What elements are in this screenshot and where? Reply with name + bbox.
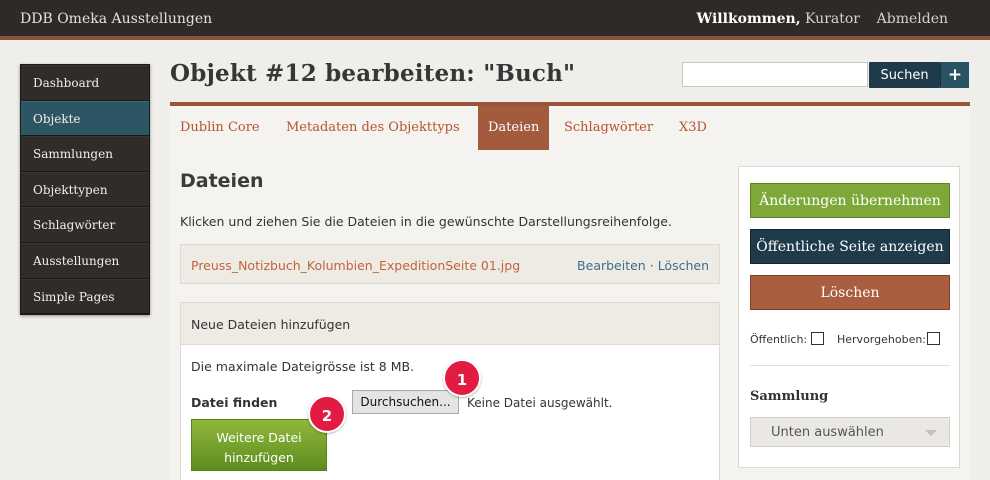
logout-link[interactable]: Abmelden: [877, 11, 948, 27]
tab-metadaten-objekttyp[interactable]: Metadaten des Objekttyps: [276, 106, 470, 150]
advanced-search-button[interactable]: +: [940, 62, 969, 88]
search-button[interactable]: Suchen: [869, 62, 940, 88]
no-file-selected-text: Keine Datei ausgewählt.: [467, 396, 613, 410]
annotation-marker-1: 1: [443, 359, 481, 397]
sidebar-item-dashboard[interactable]: Dashboard: [21, 65, 149, 101]
annotation-marker-2: 2: [308, 395, 346, 433]
actions-panel: Änderungen übernehmen Öffentliche Seite …: [738, 166, 960, 468]
collection-select[interactable]: Unten auswählen: [750, 417, 950, 447]
sidebar-item-objekte[interactable]: Objekte: [21, 100, 149, 137]
files-heading: Dateien: [180, 170, 264, 192]
page-title: Objekt #12 bearbeiten: "Buch": [170, 60, 576, 87]
welcome-prefix: Willkommen,: [696, 11, 801, 27]
file-edit-link[interactable]: Bearbeiten: [577, 258, 646, 273]
collection-select-value: Unten auswählen: [771, 425, 884, 440]
file-actions: Bearbeiten · Löschen: [577, 258, 709, 273]
files-instruction: Klicken und ziehen Sie die Dateien in di…: [180, 214, 672, 229]
edit-panel: Dublin Core Metadaten des Objekttyps Dat…: [170, 102, 970, 480]
site-title[interactable]: DDB Omeka Ausstellungen: [20, 11, 212, 27]
new-files-heading: Neue Dateien hinzufügen: [181, 303, 719, 345]
tab-schlagwoerter[interactable]: Schlagwörter: [554, 106, 663, 150]
file-delete-link[interactable]: Löschen: [658, 258, 709, 273]
featured-checkbox[interactable]: [927, 332, 940, 345]
view-public-page-button[interactable]: Öffentliche Seite anzeigen: [750, 229, 950, 264]
top-bar: DDB Omeka Ausstellungen Willkommen, Kura…: [0, 0, 990, 40]
divider: [750, 365, 950, 366]
file-actions-separator: ·: [649, 258, 654, 273]
delete-item-button[interactable]: Löschen: [750, 275, 950, 310]
chevron-down-icon: [925, 430, 937, 436]
public-label: Öffentlich:: [750, 333, 808, 346]
add-another-file-button[interactable]: Weitere Datei hinzufügen: [191, 419, 327, 471]
tab-bar: Dublin Core Metadaten des Objekttyps Dat…: [170, 106, 970, 150]
collection-label: Sammlung: [750, 389, 829, 404]
browse-button[interactable]: Durchsuchen...: [352, 390, 459, 414]
tab-x3d[interactable]: X3D: [669, 106, 717, 150]
tab-dublin-core[interactable]: Dublin Core: [170, 106, 270, 150]
sidebar-item-schlagwoerter[interactable]: Schlagwörter: [21, 207, 149, 243]
featured-label: Hervorgehoben:: [837, 333, 927, 346]
file-name-link[interactable]: Preuss_Notizbuch_Kolumbien_ExpeditionSei…: [191, 258, 520, 273]
sidebar-nav: Dashboard Objekte Sammlungen Objekttypen…: [20, 64, 150, 316]
sidebar-item-ausstellungen[interactable]: Ausstellungen: [21, 242, 149, 279]
sidebar-item-objekttypen[interactable]: Objekttypen: [21, 171, 149, 208]
public-checkbox[interactable]: [811, 332, 824, 345]
save-changes-button[interactable]: Änderungen übernehmen: [750, 183, 950, 218]
file-input-label: Datei finden: [191, 395, 278, 410]
tab-dateien[interactable]: Dateien: [478, 106, 550, 150]
sidebar-item-simple-pages[interactable]: Simple Pages: [21, 278, 149, 315]
sidebar-item-sammlungen[interactable]: Sammlungen: [21, 136, 149, 172]
max-file-size-note: Die maximale Dateigrösse ist 8 MB.: [191, 359, 415, 374]
file-list-item[interactable]: Preuss_Notizbuch_Kolumbien_ExpeditionSei…: [180, 244, 720, 284]
search-input[interactable]: [682, 62, 868, 87]
welcome-text: Willkommen, Kurator: [697, 11, 860, 27]
username-link[interactable]: Kurator: [805, 11, 860, 27]
